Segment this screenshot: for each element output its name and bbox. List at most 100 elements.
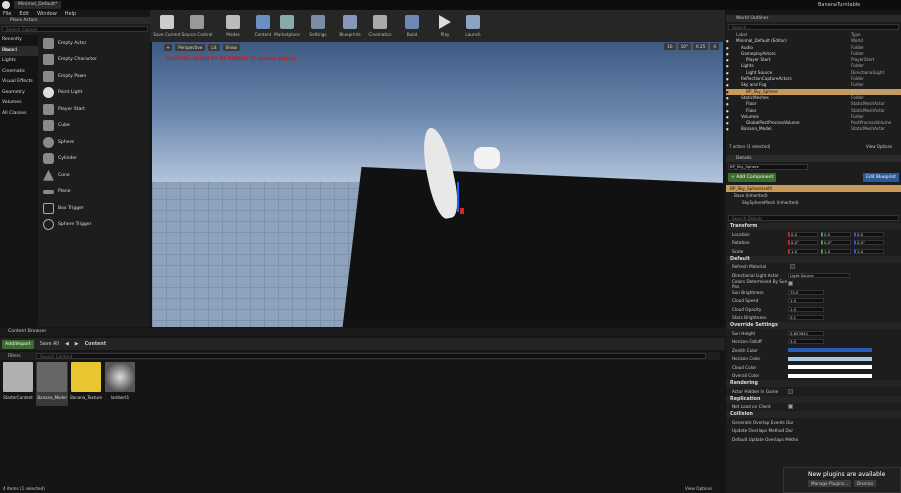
actor-item[interactable]: Box Trigger bbox=[39, 200, 147, 217]
level-tab[interactable]: Minimal_Default* bbox=[14, 1, 62, 9]
blueprints-button[interactable]: Blueprints bbox=[335, 12, 365, 40]
save-current-button[interactable]: Save Current bbox=[152, 12, 182, 40]
actor-item[interactable]: Point Light bbox=[39, 85, 147, 102]
category-lights[interactable]: Lights bbox=[0, 56, 38, 67]
viewport-menu-button[interactable]: ▾ bbox=[164, 43, 173, 51]
cinematics-button[interactable]: Cinematics bbox=[365, 12, 395, 40]
edit-blueprint-button[interactable]: Edit Blueprint bbox=[863, 173, 899, 182]
player-start-gizmo[interactable] bbox=[474, 147, 500, 169]
category-visual-effects[interactable]: Visual Effects bbox=[0, 77, 38, 88]
horizon-falloff-field[interactable]: 3.0 bbox=[788, 339, 824, 345]
back-button[interactable]: ◀ bbox=[65, 341, 69, 347]
filters-button[interactable]: Filters bbox=[8, 353, 21, 358]
category-volumes[interactable]: Volumes bbox=[0, 98, 38, 109]
sun-height-field[interactable]: 0.633941 bbox=[788, 330, 824, 336]
content-path[interactable]: Content bbox=[85, 342, 107, 347]
actor-item[interactable]: Empty Actor bbox=[39, 35, 147, 52]
cloud-speed-field[interactable]: 1.0 bbox=[788, 298, 824, 304]
lit-button[interactable]: Lit bbox=[208, 43, 220, 51]
scale-y-field[interactable]: 1.0 bbox=[821, 248, 851, 254]
save-all-button[interactable]: Save All bbox=[40, 342, 59, 347]
details-tab[interactable]: Details bbox=[726, 155, 901, 162]
add-import-button[interactable]: Add/Import bbox=[2, 339, 34, 349]
horizon-color-swatch[interactable] bbox=[788, 356, 872, 361]
component-mesh-row[interactable]: SkySphereMesh (Inherited) bbox=[726, 199, 901, 206]
grid-snap-value[interactable]: 10 bbox=[664, 43, 676, 50]
content-search-input[interactable]: Search Content bbox=[36, 353, 706, 359]
menu-file[interactable]: File bbox=[3, 11, 11, 17]
camera-speed-value[interactable]: 4 bbox=[710, 43, 719, 50]
asset-tile[interactable]: Banana_Model bbox=[36, 362, 68, 406]
location-x-field[interactable]: 0.0 bbox=[788, 231, 818, 237]
scale-z-field[interactable]: 1.0 bbox=[854, 248, 884, 254]
forward-button[interactable]: ▶ bbox=[75, 341, 79, 347]
directional-light-field[interactable]: Light Source bbox=[788, 272, 850, 278]
actor-item[interactable]: Sphere bbox=[39, 134, 147, 151]
asset-tile[interactable]: lambert1 bbox=[104, 362, 136, 406]
category-cinematic[interactable]: Cinematic bbox=[0, 67, 38, 78]
category-all-classes[interactable]: All Classes bbox=[0, 109, 38, 120]
play-button[interactable]: Play bbox=[430, 12, 460, 40]
overall-color-swatch[interactable] bbox=[788, 373, 872, 378]
actor-item[interactable]: Cube bbox=[39, 118, 147, 135]
world-outliner-tab[interactable]: World Outliner bbox=[726, 15, 901, 22]
sun-brightness-field[interactable]: 75.0 bbox=[788, 289, 824, 295]
menu-edit[interactable]: Edit bbox=[19, 11, 29, 17]
cloud-color-swatch[interactable] bbox=[788, 365, 872, 370]
manage-plugins-button[interactable]: Manage Plugins... bbox=[808, 480, 851, 487]
settings-button[interactable]: Settings bbox=[303, 12, 333, 40]
outliner-search-input[interactable]: Search... bbox=[728, 24, 899, 30]
perspective-button[interactable]: Perspective bbox=[175, 43, 206, 51]
floor-mesh[interactable] bbox=[342, 167, 723, 327]
override-settings-section[interactable]: Override Settings bbox=[726, 322, 901, 329]
actor-item[interactable]: Plane bbox=[39, 184, 147, 201]
menu-help[interactable]: Help bbox=[65, 11, 76, 17]
show-button[interactable]: Show bbox=[222, 43, 240, 51]
hidden-in-game-checkbox[interactable] bbox=[788, 388, 793, 394]
rendering-section[interactable]: Rendering bbox=[726, 380, 901, 387]
location-z-field[interactable]: 0.0 bbox=[854, 231, 884, 237]
category-geometry[interactable]: Geometry bbox=[0, 88, 38, 99]
refresh-material-checkbox[interactable] bbox=[790, 264, 795, 270]
actor-item[interactable]: Empty Character bbox=[39, 52, 147, 69]
location-y-field[interactable]: 0.0 bbox=[821, 231, 851, 237]
component-self-row[interactable]: BP_Sky_Sphere(self) bbox=[726, 185, 901, 192]
collision-section[interactable]: Collision bbox=[726, 411, 901, 418]
details-search-input[interactable]: Search Details bbox=[728, 215, 899, 221]
scale-snap-value[interactable]: 0.25 bbox=[693, 43, 709, 50]
build-button[interactable]: Build bbox=[397, 12, 427, 40]
source-control-button[interactable]: Source Control bbox=[182, 12, 212, 40]
rotation-z-field[interactable]: 0.0° bbox=[854, 240, 884, 246]
level-viewport[interactable]: ▾ Perspective Lit Show 10 10° 0.25 4 LIG… bbox=[152, 42, 723, 327]
transform-section[interactable]: Transform bbox=[726, 223, 901, 230]
outliner-row[interactable]: ● Banana_Model StaticMeshActor bbox=[726, 126, 901, 132]
actor-item[interactable]: Cylinder bbox=[39, 151, 147, 168]
actor-item[interactable]: Player Start bbox=[39, 101, 147, 118]
category-recently-placed[interactable]: Recently Placed bbox=[0, 35, 38, 53]
actor-item[interactable]: Cone bbox=[39, 167, 147, 184]
menu-window[interactable]: Window bbox=[37, 11, 57, 17]
outliner-view-options[interactable]: View Options bbox=[866, 144, 892, 149]
scale-x-field[interactable]: 1.0 bbox=[788, 248, 818, 254]
category-basic[interactable]: Basic bbox=[0, 45, 38, 56]
actor-item[interactable]: Sphere Trigger bbox=[39, 217, 147, 234]
net-load-checkbox[interactable] bbox=[788, 404, 793, 410]
replication-section[interactable]: Replication bbox=[726, 395, 901, 403]
content-browser-tab[interactable]: Content Browser bbox=[8, 329, 46, 334]
marketplace-button[interactable]: Marketplace bbox=[272, 12, 302, 40]
content-view-options[interactable]: View Options bbox=[685, 486, 712, 491]
component-base-row[interactable]: Base (Inherited) bbox=[726, 192, 901, 199]
visibility-eye-icon[interactable]: ● bbox=[726, 126, 736, 132]
launch-button[interactable]: Launch bbox=[458, 12, 488, 40]
place-actors-tab[interactable]: Place Actors bbox=[0, 17, 150, 24]
rotation-snap-value[interactable]: 10° bbox=[677, 43, 691, 50]
rotation-x-field[interactable]: 0.0° bbox=[788, 240, 818, 246]
default-section[interactable]: Default bbox=[726, 255, 901, 263]
modes-button[interactable]: Modes bbox=[218, 12, 248, 40]
cloud-opacity-field[interactable]: 1.0 bbox=[788, 306, 824, 312]
actor-item[interactable]: Empty Pawn bbox=[39, 68, 147, 85]
asset-tile[interactable]: Banana_Texture bbox=[70, 362, 102, 406]
zenith-color-swatch[interactable] bbox=[788, 348, 872, 353]
asset-tile[interactable]: StarterContent bbox=[2, 362, 34, 406]
dismiss-button[interactable]: Dismiss bbox=[853, 480, 877, 487]
